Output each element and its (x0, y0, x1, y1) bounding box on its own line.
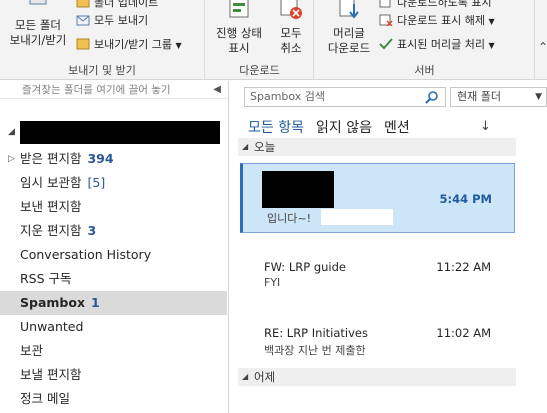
folder-unwanted[interactable]: Unwanted (0, 315, 227, 339)
send-all-button[interactable]: 모두 보내기 (76, 12, 148, 30)
sender-redacted (262, 171, 334, 208)
send-receive-all-icon (29, 0, 47, 5)
download-headers-button[interactable]: 머리글 다운로드 (321, 0, 377, 56)
cancel-icon (280, 0, 302, 19)
chevron-down-icon: ▼ (488, 41, 495, 50)
show-progress-button[interactable]: 진행 상태 표시 (210, 0, 268, 56)
folder-drafts[interactable]: 임시 보관함 [5] (0, 171, 227, 195)
send-receive-all-button[interactable]: 모든 폴더 보내기/받기 (4, 0, 72, 48)
message-subject: 입니다~! (267, 212, 311, 225)
folder-rss[interactable]: RSS 구독 (0, 267, 227, 291)
message-item-selected[interactable]: 5:44 PM 입니다~! (240, 163, 515, 233)
ribbon-group-label: 다운로드 (239, 64, 280, 77)
unmark-download-button[interactable]: 다운로드 표시 해제 ▼ (379, 12, 495, 30)
message-time: 11:02 AM (436, 326, 491, 340)
send-receive-groups-icon (76, 38, 90, 50)
collapse-triangle-icon[interactable]: ◢ (242, 138, 248, 156)
search-input[interactable]: Spambox 검색 (244, 87, 446, 107)
chevron-icon[interactable]: ⌃ (538, 40, 547, 54)
update-folder-button[interactable]: 폴더 업데이트 (76, 0, 158, 12)
send-all-icon (76, 15, 90, 26)
ribbon: 모든 폴더 보내기/받기 폴더 업데이트 모두 보내기 보내기/받기 그룹 ▼ … (0, 0, 547, 80)
message-item[interactable]: FW: LRP guide 11:22 AM FYI (240, 256, 515, 292)
subject-redacted (321, 209, 393, 225)
unmark-download-icon (379, 14, 393, 26)
ribbon-group-label: 보내기 및 받기 (68, 64, 136, 77)
download-headers-label-1: 머리글 (333, 26, 365, 40)
send-receive-groups-button[interactable]: 보내기/받기 그룹 ▼ (76, 36, 182, 54)
tab-mentions[interactable]: 멘션 (384, 120, 410, 136)
account-name-redacted[interactable] (20, 121, 220, 144)
folder-conversation-history[interactable]: Conversation History (0, 243, 227, 267)
message-time: 5:44 PM (439, 192, 492, 206)
cancel-all-label-2: 취소 (280, 41, 302, 55)
checkmark-icon (379, 38, 393, 50)
folder-junk[interactable]: 정크 메일 (0, 387, 227, 411)
folder-pane: 즐겨찾는 폴더를 여기에 끌어 놓기 ◀ ◢ ▷ 받은 편지함 394 임시 보관… (0, 81, 229, 413)
folder-outbox[interactable]: 보낼 편지함 (0, 363, 227, 387)
tab-all[interactable]: 모든 항목 (248, 120, 304, 136)
cancel-all-label-1: 모두 (280, 26, 302, 40)
show-progress-label-2: 표시 (228, 41, 250, 55)
collapse-triangle-icon[interactable]: ◢ (242, 368, 248, 386)
process-marked-headers-button[interactable]: 표시된 머리글 처리 ▼ (379, 36, 495, 54)
group-header-yesterday[interactable]: ◢ 어제 (238, 368, 516, 386)
search-icon[interactable] (425, 90, 439, 104)
message-list-pane: Spambox 검색 현재 폴더 ▼ 모든 항목 읽지 않음 멘션 ↓ ◢ 오늘 5:… (230, 81, 547, 413)
folder-spambox[interactable]: Spambox 1 (0, 291, 227, 315)
message-time: 11:22 AM (436, 260, 491, 274)
folder-archive[interactable]: 보관 (0, 339, 227, 363)
cancel-all-button[interactable]: 모두 취소 (272, 0, 310, 56)
send-receive-all-label-1: 모든 폴더 (15, 18, 61, 32)
message-subject: FYI (264, 276, 281, 289)
favorites-hint: 즐겨찾는 폴더를 여기에 끌어 놓기 ◀ (0, 81, 229, 99)
update-folder-icon (76, 0, 90, 8)
folder-inbox[interactable]: ▷ 받은 편지함 394 (0, 147, 227, 171)
message-sender: FW: LRP guide (264, 260, 346, 274)
message-sender: RE: LRP Initiatives (264, 326, 368, 340)
filter-tabs: 모든 항목 읽지 않음 멘션 (248, 117, 422, 139)
folder-deleted[interactable]: 지운 편지함 3 (0, 219, 227, 243)
mark-to-download-button[interactable]: 다운로드하도록 표시 (379, 0, 492, 12)
download-headers-icon (339, 0, 359, 19)
expand-arrow-icon[interactable]: ▷ (8, 147, 15, 171)
chevron-down-icon: ▼ (175, 41, 182, 50)
ribbon-group-label: 서버 (414, 64, 435, 77)
chevron-down-icon: ▼ (535, 92, 542, 102)
search-scope-dropdown[interactable]: 현재 폴더 ▼ (450, 87, 547, 107)
ribbon-group-server: 머리글 다운로드 다운로드하도록 표시 다운로드 표시 해제 ▼ 표시된 머리글… (315, 0, 535, 80)
sort-arrow-icon[interactable]: ↓ (480, 119, 491, 134)
tab-unread[interactable]: 읽지 않음 (316, 120, 372, 136)
message-item[interactable]: RE: LRP Initiatives 11:02 AM 백과장 지난 번 제출… (240, 322, 515, 358)
show-progress-label-1: 진행 상태 (216, 26, 262, 40)
mark-download-icon (379, 0, 391, 8)
progress-icon (229, 0, 249, 18)
collapse-pane-icon[interactable]: ◀ (213, 81, 221, 99)
send-receive-all-label-2: 보내기/받기 (9, 33, 67, 47)
account-expand-icon[interactable]: ◢ (8, 127, 15, 137)
ribbon-group-send-receive: 모든 폴더 보내기/받기 폴더 업데이트 모두 보내기 보내기/받기 그룹 ▼ … (0, 0, 205, 80)
download-headers-label-2: 다운로드 (327, 41, 371, 55)
folder-sent[interactable]: 보낸 편지함 (0, 195, 227, 219)
message-subject: 백과장 지난 번 제출한 (264, 344, 366, 357)
group-header-today[interactable]: ◢ 오늘 (238, 138, 516, 156)
chevron-down-icon: ▼ (488, 17, 495, 26)
ribbon-group-download: 진행 상태 표시 모두 취소 다운로드 (206, 0, 314, 80)
